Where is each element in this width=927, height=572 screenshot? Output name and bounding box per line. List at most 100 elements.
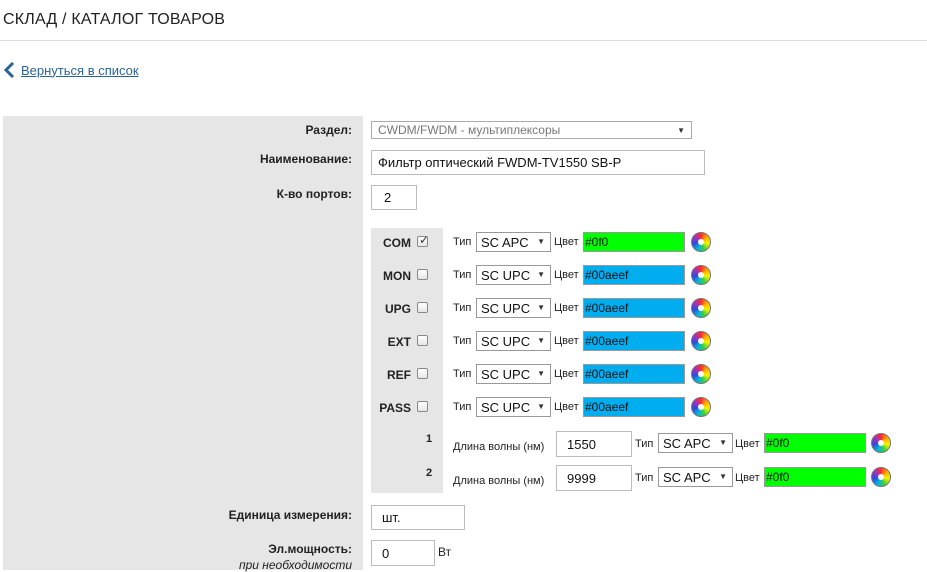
color-label: Цвет	[554, 302, 579, 314]
port-name: COM	[383, 236, 411, 250]
color-label: Цвет	[735, 472, 760, 484]
section-label: Раздел:	[305, 123, 352, 137]
port-checkbox[interactable]	[417, 302, 428, 313]
wavelength-input[interactable]: 1550	[556, 431, 632, 457]
unit-label: Единица измерения:	[228, 508, 352, 522]
connector-type-select[interactable]: SC APC ▼	[658, 433, 733, 453]
color-wheel-icon[interactable]	[691, 364, 711, 384]
back-to-list-link[interactable]: Вернуться в список	[4, 62, 139, 78]
power-input[interactable]: 0	[371, 540, 435, 566]
connector-type-select[interactable]: SC UPC ▼	[476, 265, 551, 285]
port-label-cell: REF	[371, 366, 443, 386]
port-label-cell: COM ✓	[371, 233, 443, 254]
color-label: Цвет	[554, 269, 579, 281]
color-input-value: #00aeef	[585, 367, 629, 381]
connector-type-select[interactable]: SC UPC ▼	[476, 397, 551, 417]
port-name: UPG	[384, 302, 411, 316]
back-link-label[interactable]: Вернуться в список	[21, 63, 139, 78]
color-input[interactable]: #00aeef	[583, 331, 685, 351]
port-name: EXT	[387, 335, 411, 349]
type-label: Тип	[453, 401, 472, 413]
connector-type-select[interactable]: SC APC ▼	[658, 467, 733, 487]
color-input-value: #0f0	[766, 436, 790, 450]
wavelength-input-value: 9999	[567, 470, 596, 486]
port-checkbox[interactable]: ✓	[417, 233, 430, 247]
unit-input-value: шт.	[382, 510, 401, 525]
color-wheel-icon[interactable]	[691, 232, 711, 252]
port-label-cell: UPG	[371, 300, 443, 320]
color-wheel-icon[interactable]	[871, 467, 891, 487]
color-input-value: #0f0	[766, 470, 790, 484]
dropdown-arrow-icon: ▼	[537, 369, 545, 378]
port-checkbox[interactable]	[417, 269, 428, 280]
connector-type-value: SC UPC	[481, 399, 531, 415]
port-label-cell: PASS	[371, 399, 443, 419]
section-select-value: CWDM/FWDM - мультиплексоры	[378, 123, 561, 137]
color-input[interactable]: #0f0	[764, 433, 866, 453]
color-label: Цвет	[554, 335, 579, 347]
connector-type-value: SC UPC	[481, 267, 531, 283]
name-label: Наименование:	[259, 152, 352, 166]
connector-type-select[interactable]: SC UPC ▼	[476, 331, 551, 351]
port-name: REF	[387, 368, 411, 382]
color-input[interactable]: #00aeef	[583, 397, 685, 417]
unit-input[interactable]: шт.	[371, 505, 465, 530]
wavelength-input[interactable]: 9999	[556, 465, 632, 491]
color-input[interactable]: #00aeef	[583, 265, 685, 285]
type-label: Тип	[453, 302, 472, 314]
color-label: Цвет	[554, 236, 579, 248]
port-checkbox[interactable]	[417, 368, 428, 379]
color-input[interactable]: #00aeef	[583, 364, 685, 384]
title-divider	[0, 40, 927, 41]
page-title: СКЛАД / КАТАЛОГ ТОВАРОВ	[3, 11, 226, 28]
port-checkbox[interactable]	[417, 401, 428, 412]
power-unit: Вт	[438, 545, 452, 559]
connector-type-select[interactable]: SC APC ▼	[476, 232, 551, 252]
color-label: Цвет	[735, 438, 760, 450]
color-input[interactable]: #0f0	[764, 467, 866, 487]
wavelength-number: 2	[426, 467, 433, 479]
color-label: Цвет	[554, 401, 579, 413]
type-label: Тип	[635, 472, 654, 484]
connector-type-value: SC APC	[663, 469, 711, 485]
ports-count-input[interactable]: 2	[371, 185, 417, 210]
color-input[interactable]: #0f0	[583, 232, 685, 252]
color-wheel-icon[interactable]	[871, 433, 891, 453]
dropdown-arrow-icon: ▼	[677, 125, 685, 135]
port-label-cell: MON	[371, 267, 443, 287]
connector-type-select[interactable]: SC UPC ▼	[476, 298, 551, 318]
name-input-value: Фильтр оптический FWDM-TV1550 SB-P	[378, 155, 622, 170]
color-input-value: #0f0	[585, 235, 609, 249]
color-wheel-icon[interactable]	[691, 265, 711, 285]
type-label: Тип	[453, 368, 472, 380]
dropdown-arrow-icon: ▼	[537, 402, 545, 411]
wavelength-label: Длина волны (нм)	[453, 441, 545, 453]
color-input[interactable]: #00aeef	[583, 298, 685, 318]
color-wheel-icon[interactable]	[691, 331, 711, 351]
color-wheel-icon[interactable]	[691, 298, 711, 318]
type-label: Тип	[453, 335, 472, 347]
color-input-value: #00aeef	[585, 268, 629, 282]
connector-type-select[interactable]: SC UPC ▼	[476, 364, 551, 384]
name-input[interactable]: Фильтр оптический FWDM-TV1550 SB-P	[371, 150, 705, 175]
power-label: Эл.мощность:	[268, 542, 352, 556]
port-checkbox[interactable]	[417, 335, 428, 346]
type-label: Тип	[635, 438, 654, 450]
wavelength-input-value: 1550	[567, 436, 596, 452]
chevron-left-icon	[4, 62, 15, 78]
wavelength-label: Длина волны (нм)	[453, 475, 545, 487]
type-label: Тип	[453, 236, 472, 248]
dropdown-arrow-icon: ▼	[537, 303, 545, 312]
power-input-value: 0	[382, 545, 390, 561]
checkmark-icon: ✓	[419, 233, 430, 247]
section-select[interactable]: CWDM/FWDM - мультиплексоры ▼	[371, 121, 692, 139]
connector-type-value: SC UPC	[481, 333, 531, 349]
dropdown-arrow-icon: ▼	[537, 336, 545, 345]
connector-type-value: SC APC	[663, 435, 711, 451]
dropdown-arrow-icon: ▼	[537, 237, 545, 246]
connector-type-value: SC UPC	[481, 366, 531, 382]
color-wheel-icon[interactable]	[691, 397, 711, 417]
form-labels-panel: Раздел: Наименование: К-во портов: Едини…	[3, 116, 363, 572]
color-input-value: #00aeef	[585, 400, 629, 414]
connector-type-value: SC UPC	[481, 300, 531, 316]
